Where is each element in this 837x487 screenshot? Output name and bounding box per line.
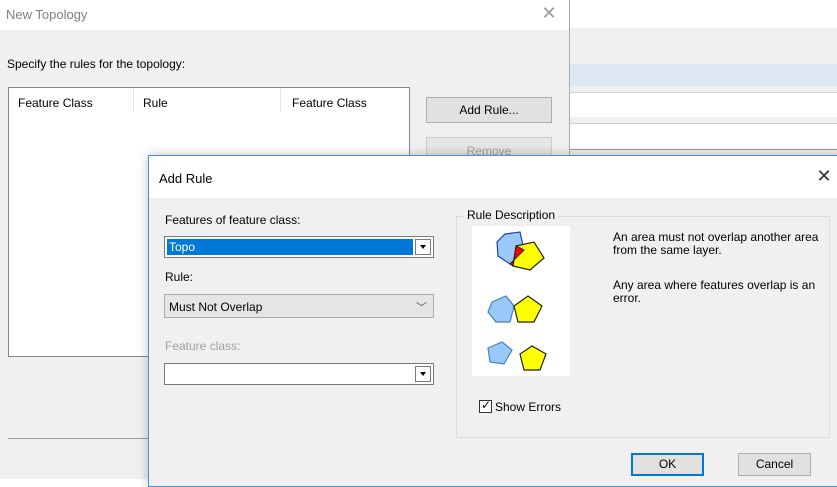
close-icon[interactable]: ✕ <box>536 2 562 24</box>
new-topology-titlebar[interactable]: New Topology ✕ <box>0 0 569 30</box>
column-header-feature-class[interactable]: Feature Class <box>18 96 93 110</box>
separator <box>8 438 158 439</box>
background-toolbar <box>570 28 837 64</box>
column-header-feature-class-2[interactable]: Feature Class <box>292 96 367 110</box>
background-field <box>570 123 837 151</box>
ok-button[interactable]: OK <box>631 453 704 476</box>
rule-description-error-text: Any area where features overlap is an er… <box>613 278 816 305</box>
close-icon[interactable]: ✕ <box>813 165 835 187</box>
chevron-down-icon: ﹀ <box>416 302 427 314</box>
checkbox-box[interactable]: ✓ <box>479 398 492 413</box>
cancel-button[interactable]: Cancel <box>738 453 811 476</box>
rule-selected-value: Must Not Overlap <box>169 300 263 314</box>
add-rule-title: Add Rule <box>159 171 213 186</box>
feature-class-label: Feature class: <box>165 339 241 353</box>
rule-description-text: An area must not overlap another area fr… <box>613 230 819 257</box>
column-header-rule[interactable]: Rule <box>143 96 168 110</box>
overlap-diagram-icon <box>487 231 547 371</box>
features-combobox[interactable]: Topo <box>164 236 434 258</box>
features-label: Features of feature class: <box>165 213 301 227</box>
background-field <box>570 92 837 118</box>
background-selected-row <box>570 64 837 86</box>
rules-prompt: Specify the rules for the topology: <box>7 57 186 71</box>
show-errors-label: Show Errors <box>495 400 562 414</box>
column-divider[interactable] <box>133 88 134 112</box>
rule-combobox[interactable]: Must Not Overlap ﹀ <box>164 294 434 318</box>
feature-class-combobox[interactable] <box>164 363 434 385</box>
dropdown-arrow-icon[interactable] <box>415 366 431 382</box>
rule-label: Rule: <box>165 270 194 284</box>
add-rule-button[interactable]: Add Rule... <box>426 97 552 123</box>
remove-button[interactable]: Remove <box>426 137 552 157</box>
rule-illustration <box>472 226 570 376</box>
features-selected-value: Topo <box>167 239 413 255</box>
add-rule-dialog: Add Rule ✕ Features of feature class: To… <box>148 155 837 487</box>
rule-description-label: Rule Description <box>464 208 559 222</box>
new-topology-title: New Topology <box>6 7 88 22</box>
background-window <box>570 0 837 28</box>
dropdown-arrow-icon[interactable] <box>415 239 431 255</box>
add-rule-titlebar[interactable]: Add Rule ✕ <box>149 156 837 198</box>
checkmark-icon: ✓ <box>481 398 492 412</box>
column-divider[interactable] <box>280 88 281 112</box>
